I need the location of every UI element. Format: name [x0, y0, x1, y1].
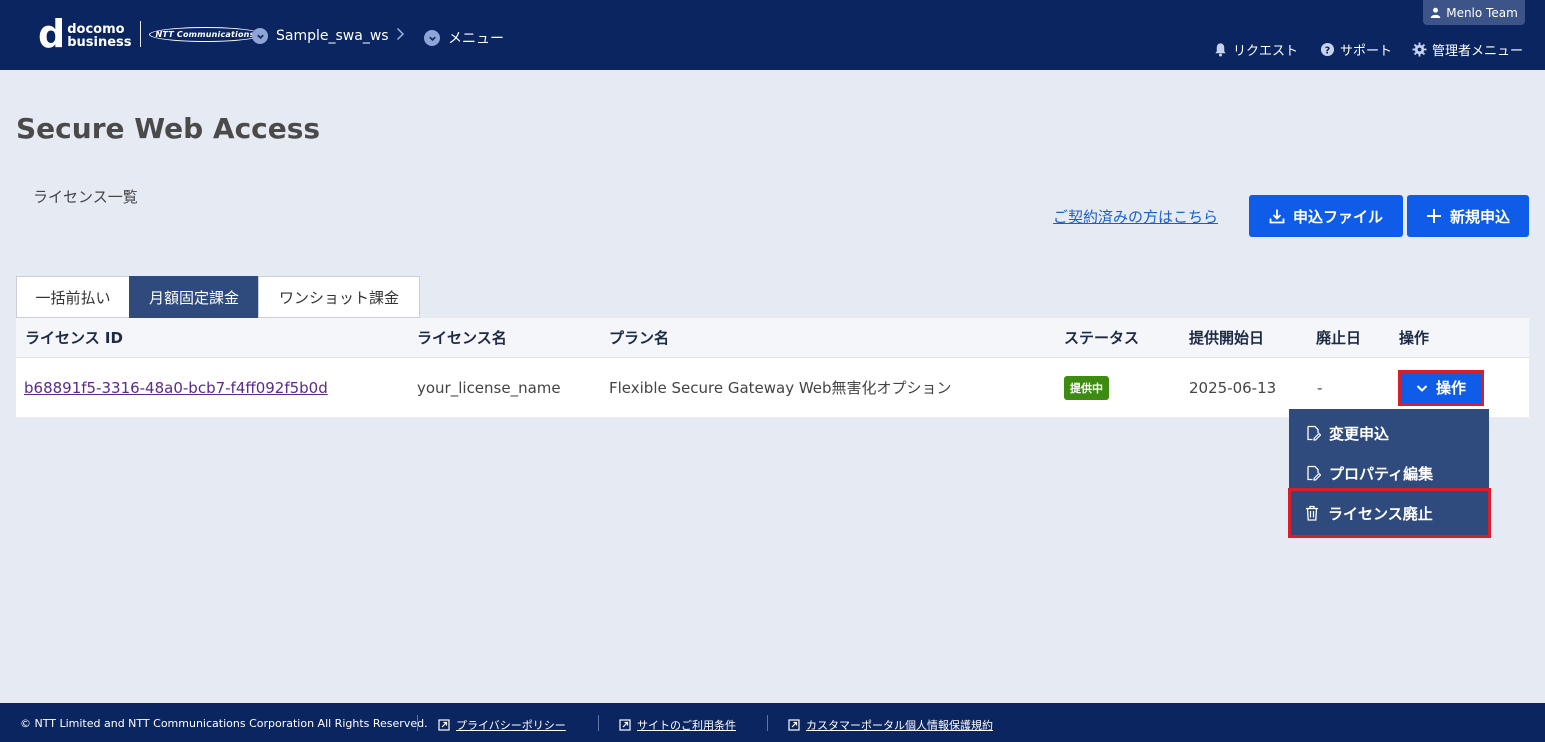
svg-text:?: ?	[1325, 45, 1330, 56]
footer-divider	[767, 715, 768, 731]
page-title: Secure Web Access	[16, 112, 321, 145]
logo-divider	[139, 21, 141, 47]
user-name: Menlo Team	[1446, 5, 1518, 20]
new-application-button[interactable]: 新規申込	[1407, 195, 1529, 237]
col-end-date: 廃止日	[1316, 329, 1362, 347]
col-start-date: 提供開始日	[1189, 329, 1265, 347]
download-application-file-button[interactable]: 申込ファイル	[1249, 195, 1403, 237]
menu-item-edit-properties[interactable]: プロパティ編集	[1289, 453, 1489, 493]
nav-support-label: サポート	[1340, 44, 1393, 59]
contracted-customers-link[interactable]: ご契約済みの方はこちら	[1053, 206, 1218, 227]
footer-link-label[interactable]: カスタマーポータル個人情報保護規約	[806, 717, 993, 733]
external-link-icon	[438, 719, 450, 731]
plan-cell: Flexible Secure Gateway Web無害化オプション	[609, 379, 952, 397]
edit-doc-icon	[1307, 425, 1321, 441]
license-table: ライセンス ID ライセンス名 プラン名 ステータス 提供開始日 廃止日 操作 …	[16, 318, 1529, 417]
breadcrumb-menu[interactable]: メニュー	[424, 28, 504, 48]
top-header: d docomo business NTT Communications Sam…	[0, 0, 1545, 70]
trash-icon	[1306, 505, 1318, 521]
help-icon: ?	[1320, 42, 1335, 56]
user-icon	[1430, 7, 1441, 18]
download-button-label: 申込ファイル	[1292, 207, 1383, 226]
breadcrumb-workspace[interactable]: Sample_swa_ws	[252, 28, 389, 44]
col-plan: プラン名	[609, 329, 670, 347]
chevron-down-icon	[1416, 384, 1428, 392]
action-dropdown-menu: 変更申込 プロパティ編集 ライセンス廃止	[1288, 409, 1491, 538]
gear-icon	[1412, 42, 1427, 57]
external-link-icon	[619, 719, 631, 731]
user-menu-button[interactable]: Menlo Team	[1423, 0, 1525, 25]
tab-one-shot[interactable]: ワンショット課金	[258, 276, 420, 318]
nav-admin-menu-label: 管理者メニュー	[1432, 44, 1524, 59]
logo-words: docomo business	[67, 23, 131, 49]
edit-doc-icon	[1307, 465, 1321, 481]
menu-item-change-application[interactable]: 変更申込	[1289, 413, 1489, 453]
docomo-business-logo[interactable]: d docomo business NTT Communications	[38, 12, 262, 56]
footer-link-label[interactable]: プライバシーポリシー	[456, 717, 566, 733]
menu-item-label: 変更申込	[1329, 424, 1390, 443]
logo-line2: business	[67, 35, 132, 50]
col-license-name: ライセンス名	[417, 329, 507, 347]
nav-support[interactable]: ? サポート	[1320, 40, 1392, 59]
status-cell: 提供中	[1064, 358, 1109, 417]
action-menu-button[interactable]: 操作	[1398, 369, 1484, 406]
plus-icon	[1426, 209, 1441, 223]
bell-icon	[1215, 43, 1226, 57]
start-date-cell: 2025-06-13	[1189, 378, 1277, 397]
license-name-cell: your_license_name	[417, 378, 561, 397]
table-header: ライセンス ID ライセンス名 プラン名 ステータス 提供開始日 廃止日 操作	[16, 318, 1529, 358]
ntt-communications-logo: NTT Communications	[148, 26, 262, 42]
menu-item-cancel-license[interactable]: ライセンス廃止	[1288, 488, 1491, 538]
breadcrumb-menu-label: メニュー	[448, 31, 504, 47]
footer-divider	[598, 715, 599, 731]
tab-prepaid[interactable]: 一括前払い	[16, 276, 130, 318]
billing-tabs: 一括前払い 月額固定課金 ワンショット課金	[16, 276, 420, 318]
tab-monthly-fixed[interactable]: 月額固定課金	[129, 276, 259, 318]
nav-request-label: リクエスト	[1233, 44, 1299, 59]
chevron-down-icon	[424, 30, 440, 46]
menu-item-label: ライセンス廃止	[1328, 504, 1433, 523]
chevron-down-icon	[252, 28, 268, 44]
col-status: ステータス	[1064, 329, 1140, 347]
copyright: © NTT Limited and NTT Communications Cor…	[20, 717, 428, 730]
footer-link-label[interactable]: サイトのご利用条件	[637, 717, 736, 733]
col-action: 操作	[1399, 329, 1430, 347]
nav-admin-menu[interactable]: 管理者メニュー	[1412, 40, 1523, 59]
breadcrumb-workspace-label: Sample_swa_ws	[276, 28, 389, 44]
new-button-label: 新規申込	[1449, 207, 1510, 226]
download-icon	[1269, 209, 1285, 224]
breadcrumb-chevron-right-icon	[396, 27, 405, 45]
footer: © NTT Limited and NTT Communications Cor…	[0, 703, 1545, 742]
page-subtitle: ライセンス一覧	[33, 188, 138, 206]
footer-link-terms[interactable]: サイトのご利用条件	[619, 717, 736, 733]
status-badge: 提供中	[1064, 375, 1109, 400]
license-id-link[interactable]: b68891f5-3316-48a0-bcb7-f4ff092f5b0d	[24, 379, 328, 397]
footer-link-portal-privacy[interactable]: カスタマーポータル個人情報保護規約	[788, 717, 993, 733]
external-link-icon	[788, 719, 800, 731]
footer-divider	[417, 715, 418, 731]
menu-item-label: プロパティ編集	[1329, 464, 1434, 483]
action-button-label: 操作	[1435, 379, 1466, 397]
license-id-cell: b68891f5-3316-48a0-bcb7-f4ff092f5b0d	[24, 358, 328, 417]
footer-link-privacy[interactable]: プライバシーポリシー	[438, 717, 566, 733]
col-license-id: ライセンス ID	[25, 329, 123, 347]
logo-letter: d	[38, 12, 66, 56]
nav-request[interactable]: リクエスト	[1213, 40, 1298, 59]
